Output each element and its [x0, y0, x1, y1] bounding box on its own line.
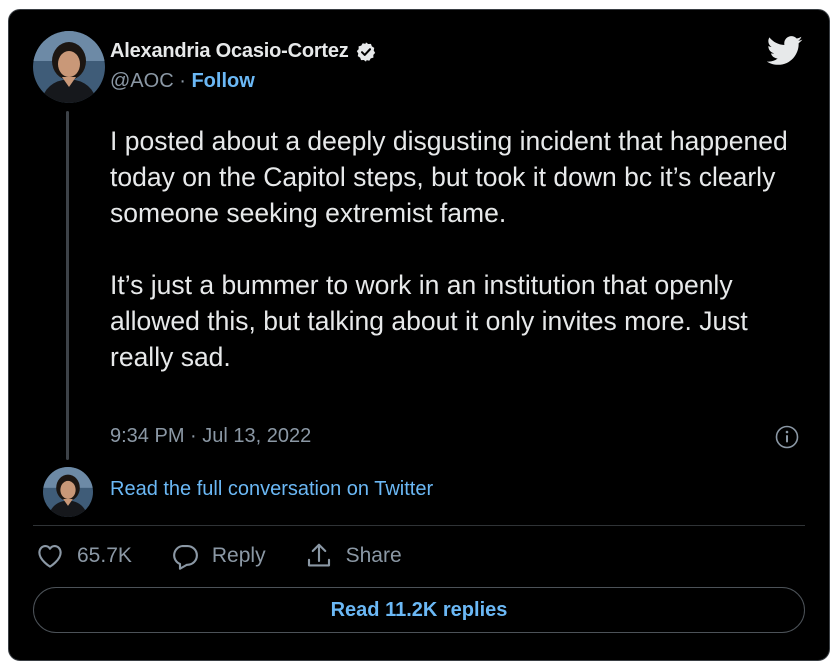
thread-line	[66, 111, 69, 460]
author-name-row: Alexandria Ocasio-Cortez	[110, 40, 377, 63]
read-conversation-link[interactable]: Read the full conversation on Twitter	[110, 478, 433, 501]
speech-bubble-icon	[173, 544, 198, 570]
verified-badge-icon	[356, 41, 375, 62]
tweet-paragraph: It’s just a bummer to work in an institu…	[110, 270, 748, 372]
tweet-card: Alexandria Ocasio-Cortez @AOC · Follow I…	[8, 9, 830, 661]
reply-label: Reply	[211, 544, 266, 567]
follow-link[interactable]: Follow	[191, 70, 254, 92]
tweet-timestamp[interactable]: 9:34 PM · Jul 13, 2022	[110, 425, 311, 448]
divider	[33, 525, 805, 526]
handle-separator: ·	[179, 70, 186, 92]
tweet-text: I posted about a deeply disgusting incid…	[110, 123, 810, 375]
conversation-avatar[interactable]	[43, 467, 93, 517]
heart-icon	[38, 544, 62, 568]
share-label: Share	[345, 544, 402, 567]
author-handle-row: @AOC · Follow	[110, 70, 255, 93]
author-avatar[interactable]	[33, 31, 105, 103]
share-button[interactable]: Share	[304, 541, 402, 571]
read-replies-button[interactable]: Read 11.2K replies	[33, 587, 805, 633]
reply-button[interactable]: Reply	[170, 541, 266, 571]
action-bar: 65.7K Reply Share	[35, 541, 440, 571]
twitter-bird-icon[interactable]	[767, 36, 803, 66]
info-icon[interactable]	[775, 425, 799, 449]
tweet-paragraph: I posted about a deeply disgusting incid…	[110, 126, 788, 228]
share-arrow-icon	[307, 543, 330, 567]
like-count: 65.7K	[77, 544, 132, 567]
author-display-name[interactable]: Alexandria Ocasio-Cortez	[110, 40, 349, 63]
like-button[interactable]: 65.7K	[35, 541, 132, 571]
author-handle[interactable]: @AOC	[110, 70, 174, 92]
